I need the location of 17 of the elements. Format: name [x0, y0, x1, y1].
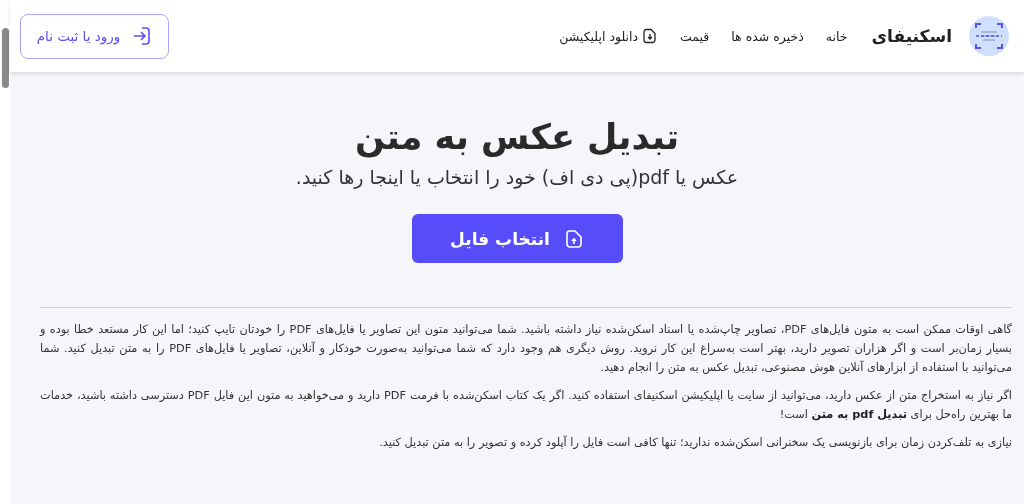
paragraph: اگر نیاز به استخراج متن از عکس دارید، می‌توانید از سایت یا اپلیکیشن اسکنیفای استفاده کنید. اگر یک کتاب اسکن‌شده با فرمت PDF دارید و می‌خواهید به متون این فایل PDF دسترسی داشته باشید، خدمات ما بهترین راه‌حل برای تبدیل pdf به متن است!	[40, 388, 1012, 423]
nav-link[interactable]: ذخیره شده ها	[731, 28, 804, 44]
brand-name: اسکنیفای	[871, 26, 952, 46]
file-upload-icon	[563, 228, 584, 249]
download-app-link[interactable]: دانلود اپلیکیشن	[559, 28, 659, 44]
subtitle: عکس یا pdf(پی دی اف) خود را انتخاب یا اینجا رها کنید.	[295, 166, 739, 188]
login-button[interactable]: ورود یا ثبت نام	[20, 13, 169, 59]
paragraph: گاهی اوقات ممکن است به متون فایل‌های PDF، تصاویر چاپ‌شده یا اسناد اسکن‌شده نیاز داشته باشید. شما می‌توانید متون این تصاویر یا فایل‌های PDF را خودتان تایپ کنید؛ اما این کار مستعد خطا بوده و بسیار زمان‌بر است و اگر هزاران تصویر دارید، بهتر است به‌سراغ این کار نروید. روش دیگری هم وجود دارد که شما می‌توانید به‌صورت خودکار و آنلاین، تصاویر یا فایل‌های PDF را به متن تبدیل کنید. شما می‌توانید با استفاده از ابزارهای آنلاین هوش مصنوعی، تبدیل عکس به متن را انجام دهید.	[40, 322, 1012, 376]
page-title: تبدیل عکس به متن	[354, 116, 680, 160]
nav-link[interactable]: خانه	[825, 28, 848, 44]
login-icon	[132, 26, 153, 46]
nav-link[interactable]: قیمت	[680, 28, 710, 44]
choose-file-button[interactable]: انتخاب فایل	[411, 214, 623, 263]
scrollbar[interactable]	[1, 28, 9, 88]
download-file-icon	[642, 28, 659, 44]
paragraph: نیازی به تلف‌کردن زمان برای بازنویسی یک سخنرانی اسکن‌شده ندارید؛ تنها کافی است فایل را آپلود کرده و تصویر را به متن تبدیل کنید.	[378, 434, 1012, 451]
logo-icon[interactable]	[966, 13, 1012, 59]
